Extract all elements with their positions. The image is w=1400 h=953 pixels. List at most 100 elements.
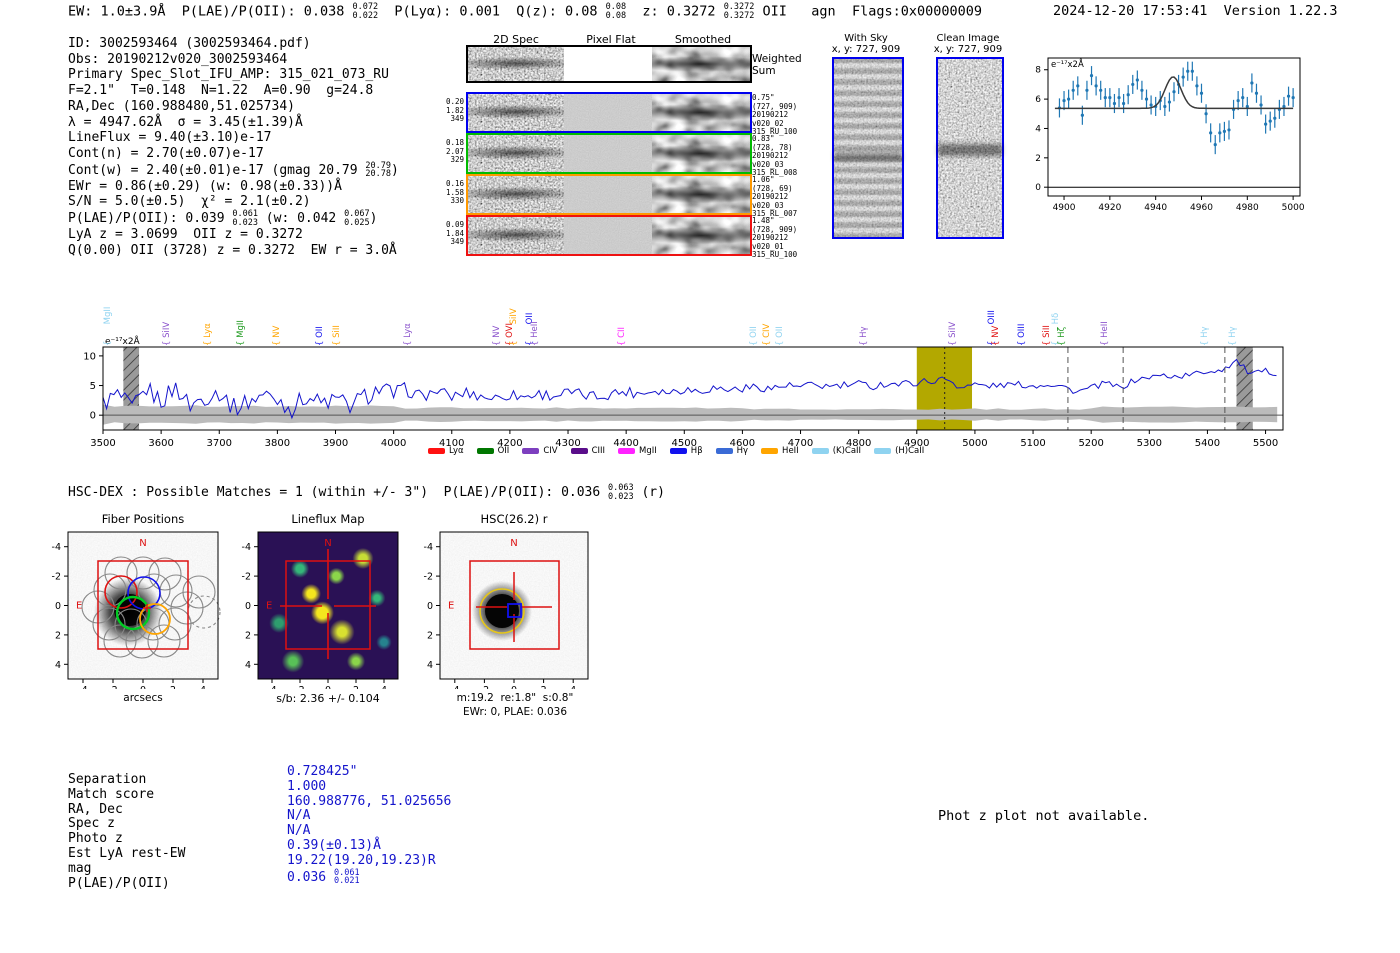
info-line-2: Primary Spec_Slot_IFU_AMP: 315_021_073_R… <box>68 67 389 83</box>
spec2d-segment <box>652 47 750 81</box>
svg-text:5: 5 <box>90 381 96 392</box>
spec2d-segment <box>468 176 564 213</box>
svg-text:3800: 3800 <box>265 438 290 449</box>
svg-text:0: 0 <box>90 411 96 422</box>
match-label-4: Photo z <box>68 831 123 847</box>
svg-text:-4: -4 <box>450 685 459 689</box>
svg-text:4: 4 <box>381 685 387 689</box>
svg-text:-2: -2 <box>52 572 61 583</box>
info-line-9: EWr = 0.86(±0.29) (w: 0.98(±0.33))Å <box>68 178 342 194</box>
svg-text:2: 2 <box>55 630 61 641</box>
svg-text:4980: 4980 <box>1236 203 1259 213</box>
info-line-11: P(LAE)/P(OII): 0.039 0.061 0.023 (w: 0.04… <box>68 209 378 228</box>
svg-text:-2: -2 <box>108 685 117 689</box>
spec2d-segment <box>564 135 652 172</box>
spec2d-row-label: 1.48" (728, 909) 20190212 v020_01 315_RU… <box>752 216 798 260</box>
svg-text:0: 0 <box>325 685 331 689</box>
svg-text:4: 4 <box>245 660 251 671</box>
svg-text:0: 0 <box>245 601 251 612</box>
svg-text:N: N <box>139 538 146 549</box>
legend-swatch <box>476 448 494 454</box>
svg-text:0: 0 <box>511 685 517 689</box>
fiber-positions-plot: -4 4 -2 2 0 0 2 -2 4 -4 N E <box>52 531 221 689</box>
spec2d-segment <box>468 217 564 254</box>
svg-text:4: 4 <box>55 660 61 671</box>
legend-item-(K)CaII: (K)CaII <box>811 446 861 456</box>
spec2d-row-label: 1.06" (728, 69) 20190212 v020_03 315_RL_… <box>752 175 798 219</box>
match-value-4: N/A <box>287 823 311 839</box>
match-value-6: 19.22(19.20,19.23)R <box>287 852 436 868</box>
photz-note: Phot z plot not available. <box>938 808 1150 824</box>
match-label-6: mag <box>68 860 92 876</box>
svg-text:4: 4 <box>427 660 433 671</box>
legend-swatch <box>428 448 445 454</box>
hsc-dex-summary: HSC-DEX : Possible Matches = 1 (within +… <box>68 483 665 502</box>
legend-swatch <box>761 448 779 454</box>
spec2d-segment <box>652 94 750 131</box>
clean-image <box>936 57 1004 239</box>
svg-text:4: 4 <box>200 685 206 689</box>
info-line-13: Q(0.00) OII (3728) z = 0.3272 EW r = 3.0… <box>68 242 397 258</box>
info-line-7: Cont(n) = 2.70(±0.07)e-17 <box>68 145 264 161</box>
match-table-labels: Separation Match score RA, Dec Spec z Photo … <box>68 772 185 891</box>
legend-swatch <box>715 448 733 454</box>
svg-text:-4: -4 <box>78 685 87 689</box>
svg-text:-4: -4 <box>52 542 61 553</box>
spec2d-segment <box>652 217 750 254</box>
svg-text:-4: -4 <box>267 685 276 689</box>
svg-text:8: 8 <box>1035 66 1041 76</box>
linefit-plot: 0 2 4 6 8 4900 4920 4940 4960 4980 5000 e⁻¹⁷x2Å <box>1035 57 1305 213</box>
legend-swatch <box>811 448 829 454</box>
spec2d-fiber-row <box>466 92 752 133</box>
hsc-plot: -4 4 -2 2 0 0 2 -2 4 -4 N E <box>424 531 589 689</box>
spec2d-row-stats: 0.20 1.82 349 <box>445 97 464 124</box>
match-label-1: Match score <box>68 786 155 802</box>
svg-text:2: 2 <box>353 685 359 689</box>
svg-text:-4: -4 <box>424 542 433 553</box>
spec2d-fiber-row <box>466 133 752 174</box>
info-line-5: λ = 4947.62Å σ = 3.45(±1.39)Å <box>68 114 303 130</box>
spec2d-fiber-row <box>466 215 752 256</box>
withsky-image <box>832 57 904 239</box>
info-line-0: ID: 3002593464 (3002593464.pdf) <box>68 36 311 51</box>
svg-text:6: 6 <box>1035 95 1041 105</box>
withsky-title: With Sky x, y: 727, 909 <box>831 33 901 55</box>
legend-swatch <box>570 448 588 454</box>
match-label-2: RA, Dec <box>68 801 123 817</box>
svg-text:-2: -2 <box>295 685 304 689</box>
detection-info-block: ID: 3002593464 (3002593464.pdf) Obs: 2019… <box>68 36 399 258</box>
svg-text:-2: -2 <box>480 685 489 689</box>
legend-item-HeII: HeII <box>761 446 799 456</box>
legend-item-Hβ: Hβ <box>669 446 703 456</box>
info-line-3: F=2.1" T=0.148 N=1.22 A=0.90 g=24.8 <box>68 83 374 99</box>
spec2d-segment <box>564 47 652 81</box>
info-line-8: Cont(w) = 2.40(±0.01)e-17 (gmag 20.79 20… <box>68 160 399 180</box>
spec2d-segment <box>652 135 750 172</box>
svg-text:-2: -2 <box>424 572 433 583</box>
legend-item-Lyα: Lyα <box>428 446 464 456</box>
svg-text:5200: 5200 <box>1078 438 1103 449</box>
svg-text:2: 2 <box>427 630 433 641</box>
legend-item-OII: OII <box>476 446 509 456</box>
svg-text:5300: 5300 <box>1137 438 1162 449</box>
info-line-1: Obs: 20190212v020_3002593464 <box>68 51 288 67</box>
spec2d-row-stats: 0.09 1.84 349 <box>445 220 464 247</box>
svg-text:5000: 5000 <box>1282 203 1305 213</box>
match-value-3: N/A <box>287 808 311 824</box>
svg-text:N: N <box>510 538 517 549</box>
svg-text:e⁻¹⁷x2Å: e⁻¹⁷x2Å <box>1051 58 1084 70</box>
hsc-xlabel2: EWr: 0, PLAE: 0.036 <box>462 706 568 718</box>
legend-swatch <box>618 448 636 454</box>
svg-text:E: E <box>266 601 272 612</box>
match-label-0: Separation <box>68 772 147 787</box>
hsc-xlabel: m:19.2 re:1.8" s:0.8" <box>456 692 574 704</box>
svg-text:3700: 3700 <box>207 438 232 449</box>
svg-text:0: 0 <box>427 601 433 612</box>
svg-text:E: E <box>76 601 82 612</box>
svg-text:0: 0 <box>55 601 61 612</box>
legend-item-CIV: CIV <box>522 446 558 456</box>
svg-text:2: 2 <box>170 685 176 689</box>
spec2d-row-label: Weighted Sum <box>752 53 802 77</box>
svg-text:4920: 4920 <box>1098 203 1121 213</box>
spec2d-row-stats: 0.18 2.07 329 <box>445 138 464 165</box>
